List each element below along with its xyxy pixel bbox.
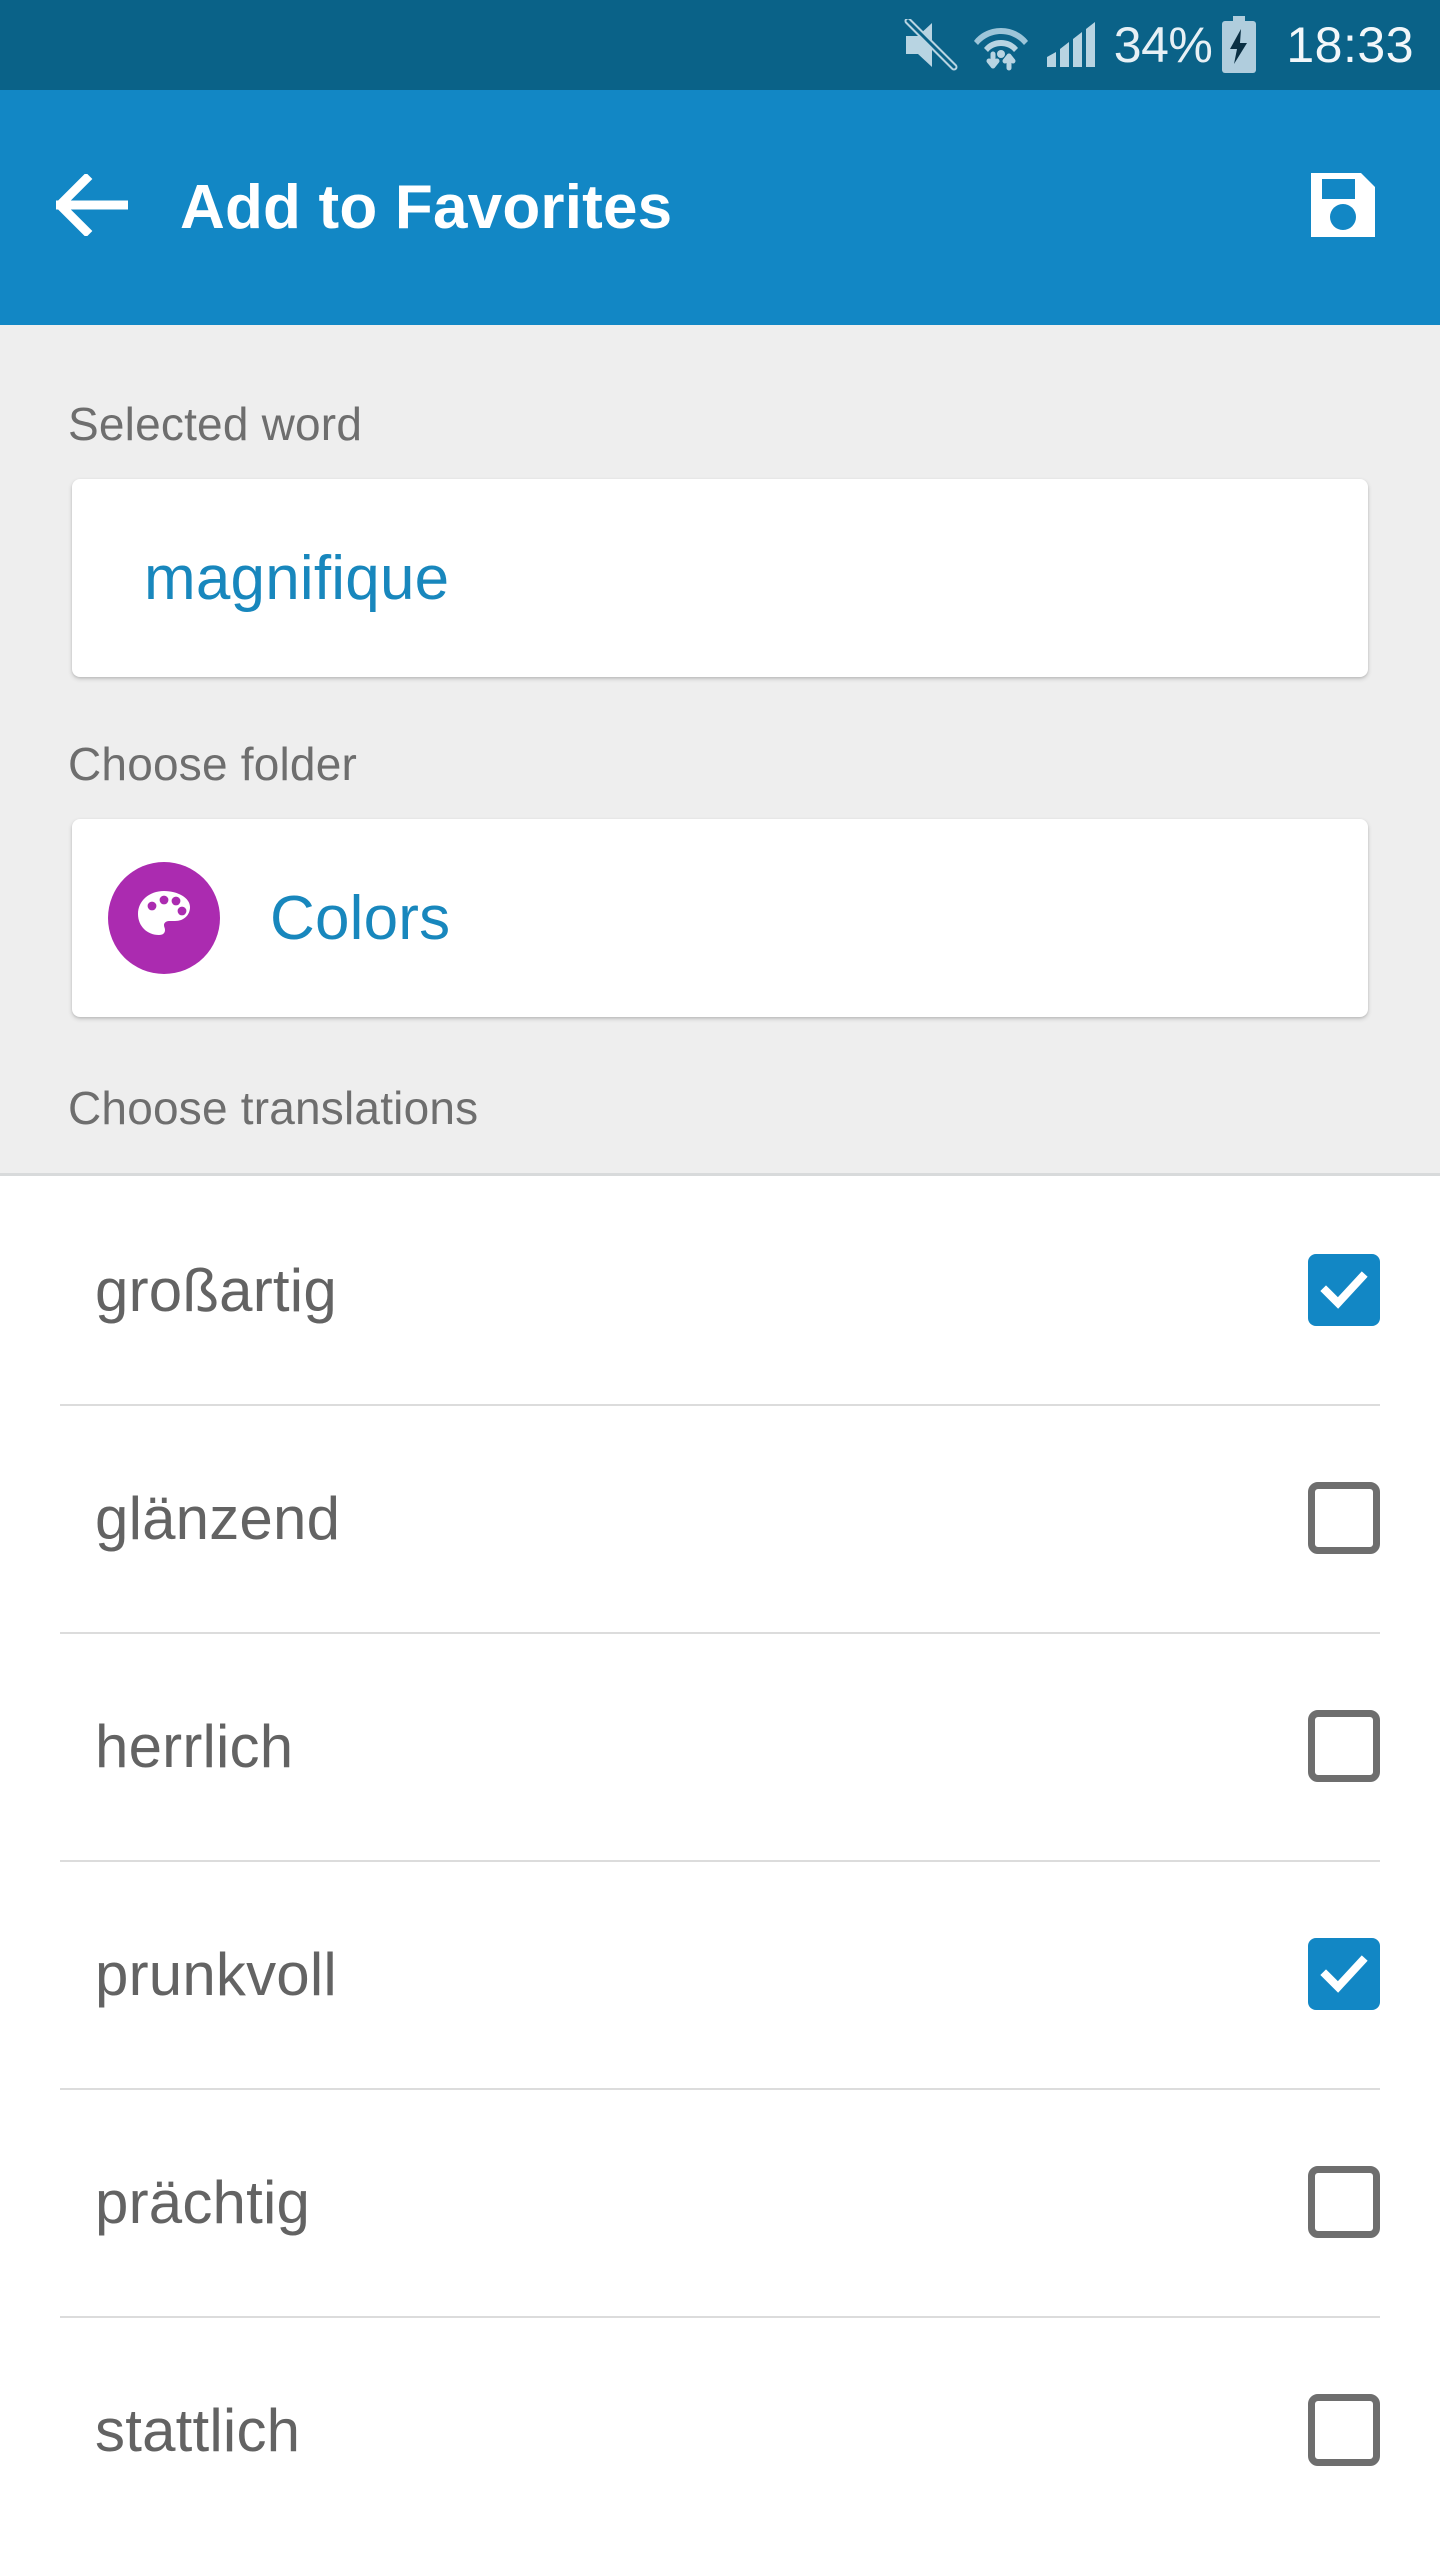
folder-name: Colors <box>270 883 451 953</box>
choose-folder-label: Choose folder <box>68 738 357 790</box>
translation-label: großartig <box>95 1256 337 1324</box>
save-button[interactable] <box>1298 163 1388 253</box>
status-bar: 34% 18:33 <box>0 0 1440 90</box>
save-floppy-icon <box>1303 165 1383 250</box>
translation-row[interactable]: prunkvoll <box>0 1860 1440 2088</box>
mute-icon <box>898 17 962 73</box>
translation-row[interactable]: prächtig <box>0 2088 1440 2316</box>
translations-list: großartig glänzend herrlich prunkvoll prächt… <box>0 1176 1440 2560</box>
choose-translations-label: Choose translations <box>68 1082 479 1134</box>
translation-label: prächtig <box>95 2168 311 2236</box>
battery-percent-label: 34% <box>1113 17 1213 73</box>
back-arrow-icon <box>53 172 129 241</box>
translation-checkbox-unchecked[interactable] <box>1308 1482 1380 1554</box>
palette-icon <box>133 885 195 952</box>
translation-label: herrlich <box>95 1712 294 1780</box>
translation-row[interactable]: großartig <box>0 1176 1440 1404</box>
form-section: Selected word magnifique Choose folder C… <box>0 325 1440 1176</box>
checkmark-icon <box>1320 1955 1368 1993</box>
app-root: 34% 18:33 Add to Favorites Selected word… <box>0 0 1440 2560</box>
folder-avatar <box>108 862 220 974</box>
signal-icon <box>1042 17 1100 73</box>
selected-word-label: Selected word <box>68 398 363 450</box>
translation-checkbox-checked[interactable] <box>1308 1254 1380 1326</box>
translation-row[interactable]: stattlich <box>0 2316 1440 2544</box>
translation-checkbox-unchecked[interactable] <box>1308 2394 1380 2466</box>
selected-word-value: magnifique <box>144 543 450 613</box>
clock-label: 18:33 <box>1286 17 1414 73</box>
translation-checkbox-unchecked[interactable] <box>1308 2166 1380 2238</box>
app-bar: Add to Favorites <box>0 90 1440 325</box>
translation-checkbox-checked[interactable] <box>1308 1938 1380 2010</box>
translation-row[interactable]: glänzend <box>0 1404 1440 1632</box>
checkmark-icon <box>1320 1271 1368 1309</box>
status-bar-icons: 34% 18:33 <box>898 15 1414 75</box>
wifi-icon <box>970 17 1032 73</box>
page-title: Add to Favorites <box>180 173 673 242</box>
translation-label: prunkvoll <box>95 1940 337 2008</box>
translation-label: glänzend <box>95 1484 341 1552</box>
back-button[interactable] <box>50 166 134 250</box>
content-scroll-area[interactable]: Selected word magnifique Choose folder C… <box>0 325 1440 2560</box>
translation-label: stattlich <box>95 2396 301 2464</box>
translation-row[interactable]: herrlich <box>0 1632 1440 1860</box>
folder-selector[interactable]: Colors <box>72 819 1368 1017</box>
translation-checkbox-unchecked[interactable] <box>1308 1710 1380 1782</box>
battery-charging-icon <box>1216 15 1262 75</box>
selected-word-input[interactable]: magnifique <box>72 479 1368 677</box>
